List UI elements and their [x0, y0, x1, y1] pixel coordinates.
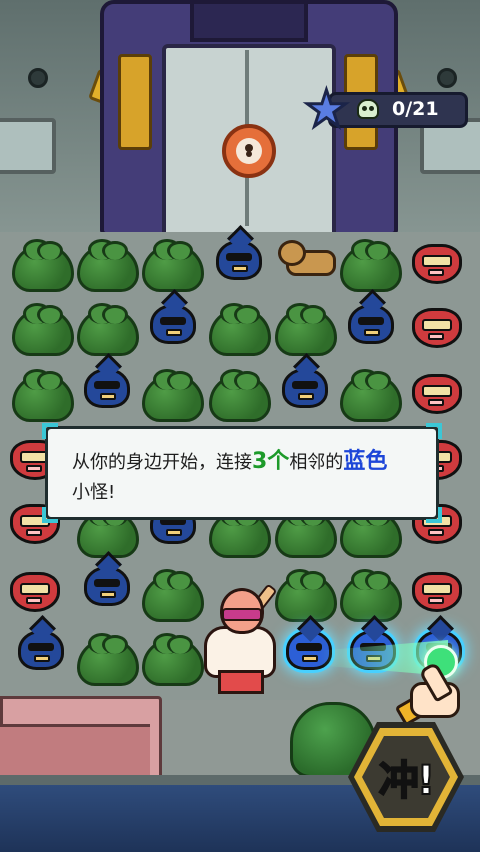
dialog-corner — [426, 423, 442, 439]
tutorial-count-highlight: 3个 — [252, 449, 290, 474]
keyhole-lock-icon — [222, 124, 276, 178]
gate-top — [190, 0, 308, 42]
blue-monster[interactable] — [216, 240, 262, 280]
dog-pet — [278, 240, 336, 278]
blue-monster[interactable] — [348, 304, 394, 344]
blue-monster[interactable] — [84, 566, 130, 606]
red-monster[interactable] — [412, 308, 462, 348]
tutorial-text: 从你的身边开始，连接3个相邻的蓝色小怪! — [72, 447, 424, 508]
tutorial-dialog: 从你的身边开始，连接3个相邻的蓝色小怪! — [42, 423, 442, 523]
red-monster[interactable] — [412, 374, 462, 414]
tutorial-text-part: 从你的身边开始，连接 — [72, 452, 252, 473]
star-icon: ★ — [303, 80, 351, 138]
wall-lamp — [28, 68, 48, 88]
red-monster[interactable] — [412, 244, 462, 284]
dialog-corner — [42, 423, 58, 439]
red-monster[interactable] — [412, 572, 462, 612]
kill-progress-text: 0/21 — [392, 98, 439, 120]
pointing-hand-icon — [394, 661, 460, 727]
charge-button[interactable]: 冲! — [348, 722, 464, 832]
blue-monster[interactable] — [150, 304, 196, 344]
skull-icon — [357, 99, 379, 119]
hero-character — [190, 583, 286, 698]
tutorial-color-highlight: 蓝色 — [343, 449, 388, 474]
blue-monster[interactable] — [282, 368, 328, 408]
wall-lamp — [437, 68, 457, 88]
gate-bolt — [118, 54, 152, 150]
tutorial-text-part: 小怪! — [72, 482, 116, 503]
dialog-corner — [426, 507, 442, 523]
blue-monster[interactable] — [18, 630, 64, 670]
game-scene: ★ 0/21 冲! 从你的身边开始，连接3个相邻的蓝色 小怪! — [0, 0, 480, 852]
blue-monster[interactable] — [84, 368, 130, 408]
charge-button-label: 冲! — [378, 757, 436, 805]
building-window — [0, 118, 56, 174]
red-monster[interactable] — [10, 572, 60, 612]
dialog-corner — [42, 507, 58, 523]
tutorial-text-part: 相邻的 — [289, 452, 344, 473]
rooftop-tiles — [0, 724, 150, 779]
